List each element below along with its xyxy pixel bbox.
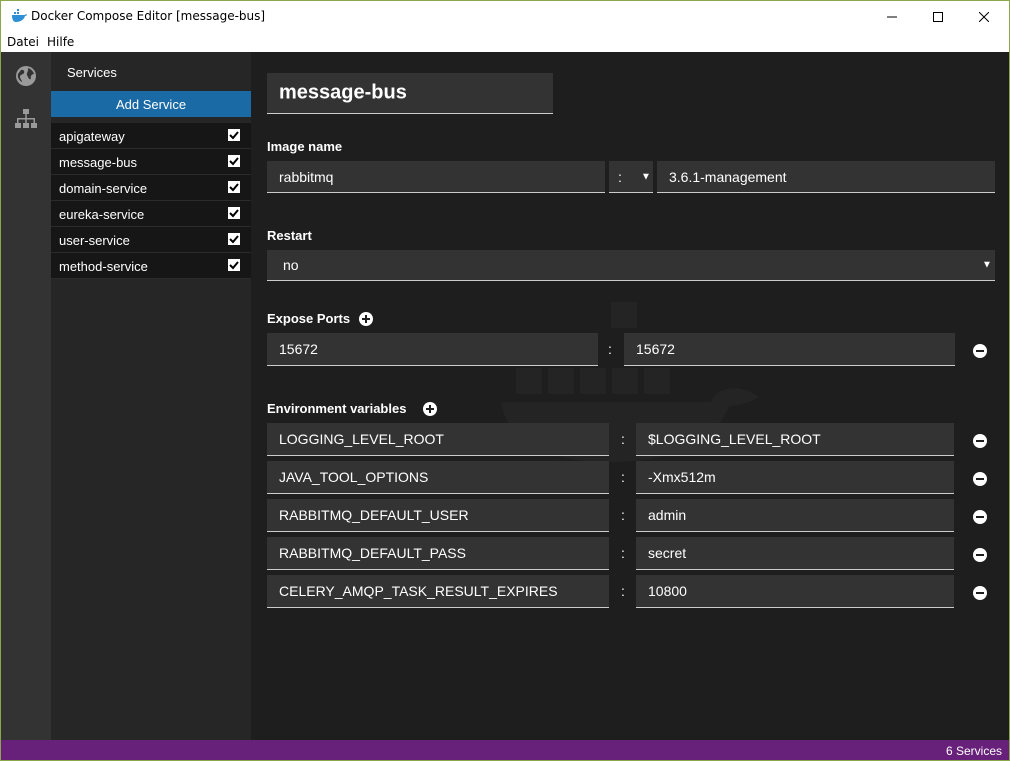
- maximize-icon: [933, 11, 943, 22]
- close-button[interactable]: [961, 1, 1007, 32]
- env-value-input[interactable]: admin: [636, 499, 954, 532]
- minimize-button[interactable]: [869, 1, 915, 32]
- env-key-input[interactable]: CELERY_AMQP_TASK_RESULT_EXPIRES: [267, 575, 609, 608]
- image-tag-separator-select[interactable]: : ▼: [609, 161, 653, 193]
- service-item-method-service[interactable]: method-service: [51, 253, 251, 279]
- menu-file[interactable]: Datei: [7, 35, 39, 49]
- service-checkbox[interactable]: [228, 233, 240, 245]
- chevron-down-icon: ▼: [982, 259, 992, 271]
- env-value-input[interactable]: 10800: [636, 575, 954, 608]
- remove-port-icon[interactable]: [973, 344, 987, 358]
- env-key-input[interactable]: RABBITMQ_DEFAULT_USER: [267, 499, 609, 532]
- env-value-input[interactable]: secret: [636, 537, 954, 570]
- window-title: Docker Compose Editor [message-bus]: [31, 9, 266, 23]
- image-name-label: Image name: [267, 139, 343, 154]
- remove-env-icon[interactable]: [973, 510, 987, 524]
- status-bar: 6 Services: [1, 740, 1009, 760]
- service-editor: message-bus Image name rabbitmq : ▼ 3.6.…: [251, 52, 1009, 740]
- service-checkbox[interactable]: [228, 207, 240, 219]
- env-value-input[interactable]: $LOGGING_LEVEL_ROOT: [636, 423, 954, 456]
- globe-icon[interactable]: [14, 64, 38, 88]
- network-hierarchy-icon[interactable]: [14, 107, 38, 131]
- environment-variables-label: Environment variables: [267, 401, 407, 416]
- env-separator: :: [621, 507, 625, 523]
- restart-label: Restart: [267, 228, 312, 243]
- service-item-message-bus[interactable]: message-bus: [51, 149, 251, 175]
- services-panel: Services Add Service apigateway message-…: [51, 52, 251, 740]
- service-name: method-service: [59, 259, 148, 274]
- service-checkbox[interactable]: [228, 155, 240, 167]
- chevron-down-icon: ▼: [641, 171, 651, 182]
- service-checkbox[interactable]: [228, 181, 240, 193]
- service-name: domain-service: [59, 181, 148, 196]
- service-name: apigateway: [59, 129, 125, 144]
- env-separator: :: [621, 469, 625, 485]
- add-env-variable-icon[interactable]: [423, 402, 437, 416]
- env-separator: :: [621, 431, 625, 447]
- service-name: user-service: [59, 233, 130, 248]
- env-key-input[interactable]: RABBITMQ_DEFAULT_PASS: [267, 537, 609, 570]
- close-icon: [979, 11, 989, 22]
- menu-help[interactable]: Hilfe: [47, 35, 74, 49]
- minimize-icon: [887, 16, 897, 17]
- restart-select[interactable]: no ▼: [267, 250, 995, 281]
- image-tag-input[interactable]: 3.6.1-management: [657, 161, 995, 193]
- nav-icon-bar: [1, 52, 51, 740]
- remove-env-icon[interactable]: [973, 472, 987, 486]
- host-port-input[interactable]: 15672: [267, 333, 598, 366]
- service-item-eureka-service[interactable]: eureka-service: [51, 201, 251, 227]
- service-item-apigateway[interactable]: apigateway: [51, 123, 251, 149]
- add-port-icon[interactable]: [359, 312, 373, 326]
- remove-env-icon[interactable]: [973, 434, 987, 448]
- menu-bar: Datei Hilfe: [1, 32, 1009, 52]
- service-name: eureka-service: [59, 207, 145, 222]
- env-key-input[interactable]: LOGGING_LEVEL_ROOT: [267, 423, 609, 456]
- services-heading: Services: [67, 65, 117, 80]
- service-name: message-bus: [59, 155, 138, 170]
- service-checkbox[interactable]: [228, 259, 240, 271]
- services-list: apigateway message-bus domain-service eu…: [51, 123, 251, 279]
- env-key-input[interactable]: JAVA_TOOL_OPTIONS: [267, 461, 609, 494]
- expose-ports-label: Expose Ports: [267, 311, 351, 326]
- remove-env-icon[interactable]: [973, 548, 987, 562]
- service-item-user-service[interactable]: user-service: [51, 227, 251, 253]
- port-separator: :: [608, 341, 612, 357]
- env-separator: :: [621, 545, 625, 561]
- app-window: Docker Compose Editor [message-bus] Date…: [0, 0, 1010, 761]
- service-item-domain-service[interactable]: domain-service: [51, 175, 251, 201]
- env-value-input[interactable]: -Xmx512m: [636, 461, 954, 494]
- title-bar: Docker Compose Editor [message-bus]: [1, 1, 1009, 32]
- service-name-input[interactable]: message-bus: [267, 73, 553, 114]
- service-count: 6 Services: [945, 744, 1002, 758]
- docker-whale-icon: [12, 9, 27, 22]
- maximize-button[interactable]: [915, 1, 961, 32]
- container-port-input[interactable]: 15672: [624, 333, 955, 366]
- remove-env-icon[interactable]: [973, 586, 987, 600]
- env-separator: :: [621, 583, 625, 599]
- image-name-input[interactable]: rabbitmq: [267, 161, 605, 193]
- service-checkbox[interactable]: [228, 129, 240, 141]
- add-service-button[interactable]: Add Service: [51, 91, 251, 117]
